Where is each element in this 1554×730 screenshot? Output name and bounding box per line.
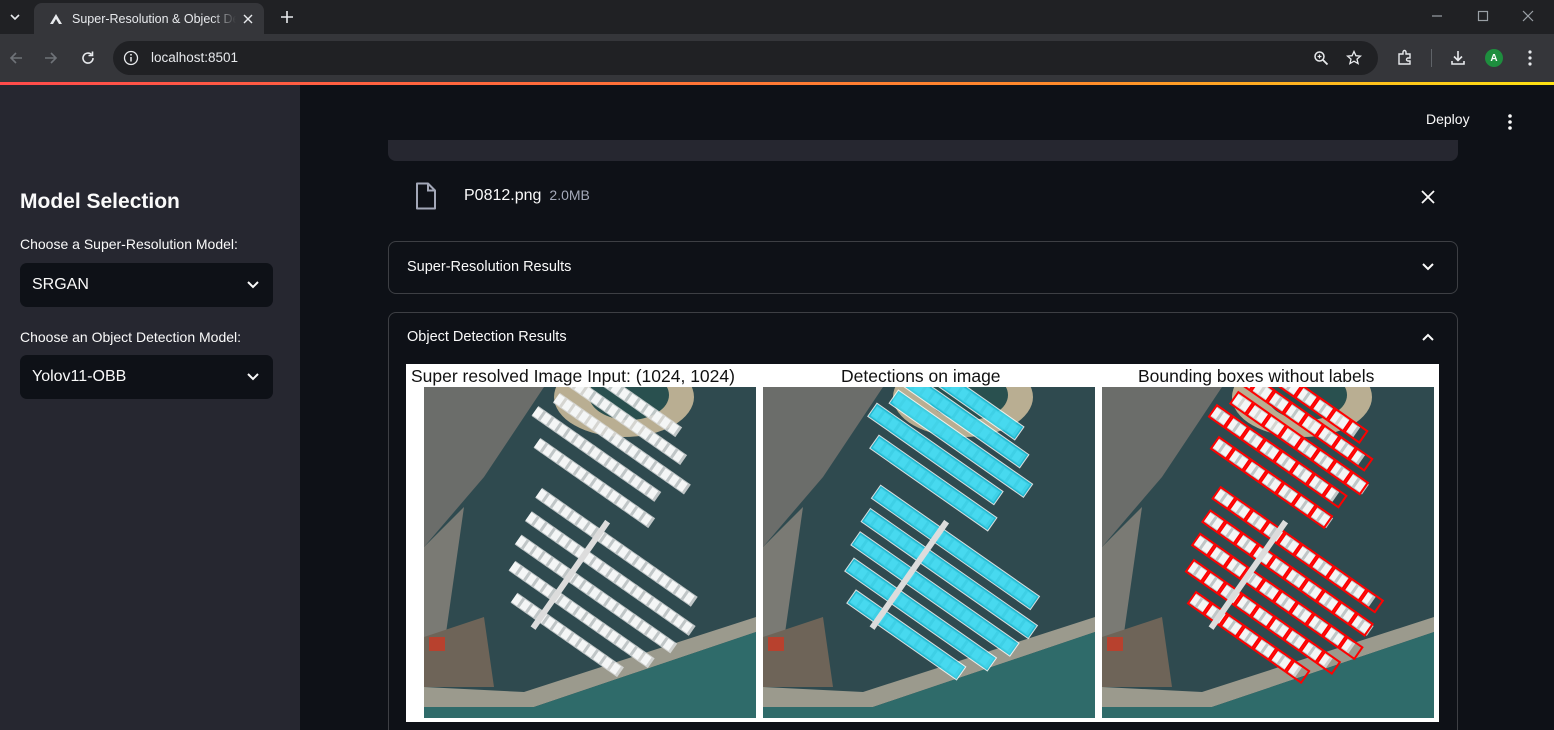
maximize-icon[interactable] (1470, 4, 1496, 28)
figure-title-detections: Detections on image (841, 366, 1001, 386)
streamlit-favicon-icon (48, 11, 64, 27)
file-size: 2.0MB (549, 187, 590, 203)
chevron-up-icon (1419, 328, 1437, 346)
uploaded-file: P0812.png 2.0MB (388, 173, 1458, 219)
star-icon[interactable] (1345, 49, 1363, 67)
bounding-boxes-image (1102, 387, 1434, 718)
browser-tab-active[interactable]: Super-Resolution & Object Detection (34, 3, 264, 34)
forward-arrow-icon[interactable] (40, 47, 62, 69)
figure-title-input: Super resolved Image Input: (1024, 1024) (411, 366, 735, 386)
detection-figure: Super resolved Image Input: (1024, 1024)… (406, 364, 1439, 722)
app-menu-icon[interactable] (1500, 112, 1520, 132)
tab-search-chevron-icon[interactable] (4, 6, 26, 28)
extensions-icon[interactable] (1395, 48, 1415, 68)
chevron-down-icon (245, 369, 261, 385)
address-url: localhost:8501 (151, 50, 239, 65)
new-tab-plus-icon[interactable] (276, 6, 298, 28)
od-results-header: Object Detection Results (407, 329, 567, 345)
sr-results-expander[interactable]: Super-Resolution Results (388, 241, 1458, 294)
chevron-down-icon (1419, 258, 1437, 276)
profile-avatar[interactable]: A (1485, 49, 1503, 67)
browser-tabstrip: Super-Resolution & Object Detection (0, 0, 1554, 34)
browser-toolbar: localhost:8501 A (0, 34, 1554, 82)
detections-image (763, 387, 1095, 718)
address-bar[interactable]: localhost:8501 (113, 41, 1378, 75)
chevron-down-icon (245, 277, 261, 293)
window-close-icon[interactable] (1515, 4, 1541, 28)
reload-icon[interactable] (77, 47, 99, 69)
info-icon[interactable] (121, 48, 141, 68)
super-resolved-image (424, 387, 756, 718)
sr-model-label: Choose a Super-Resolution Model: (20, 236, 238, 252)
remove-file-close-icon[interactable] (1418, 187, 1438, 207)
figure-title-bboxes: Bounding boxes without labels (1138, 366, 1375, 386)
file-icon (413, 181, 439, 211)
deploy-button[interactable]: Deploy (1426, 111, 1470, 127)
back-arrow-icon[interactable] (5, 47, 27, 69)
zoom-icon[interactable] (1312, 49, 1330, 67)
od-model-select[interactable]: Yolov11-OBB (20, 355, 273, 399)
browser-menu-icon[interactable] (1520, 48, 1540, 68)
tab-close-icon[interactable] (240, 11, 256, 27)
tab-title: Super-Resolution & Object Detection (72, 11, 236, 26)
file-name-text: P0812.png (464, 187, 542, 204)
file-name: P0812.png 2.0MB (464, 187, 590, 205)
toolbar-separator (1431, 49, 1432, 67)
sr-model-value: SRGAN (32, 276, 89, 293)
od-model-label: Choose an Object Detection Model: (20, 329, 242, 345)
sidebar-title: Model Selection (20, 190, 180, 213)
minimize-icon[interactable] (1424, 4, 1450, 28)
od-model-value: Yolov11-OBB (32, 368, 127, 385)
sr-results-header: Super-Resolution Results (407, 259, 572, 275)
file-uploader-dropzone[interactable] (388, 140, 1458, 161)
download-icon[interactable] (1448, 48, 1468, 68)
sidebar (0, 85, 300, 730)
sr-model-select[interactable]: SRGAN (20, 263, 273, 307)
